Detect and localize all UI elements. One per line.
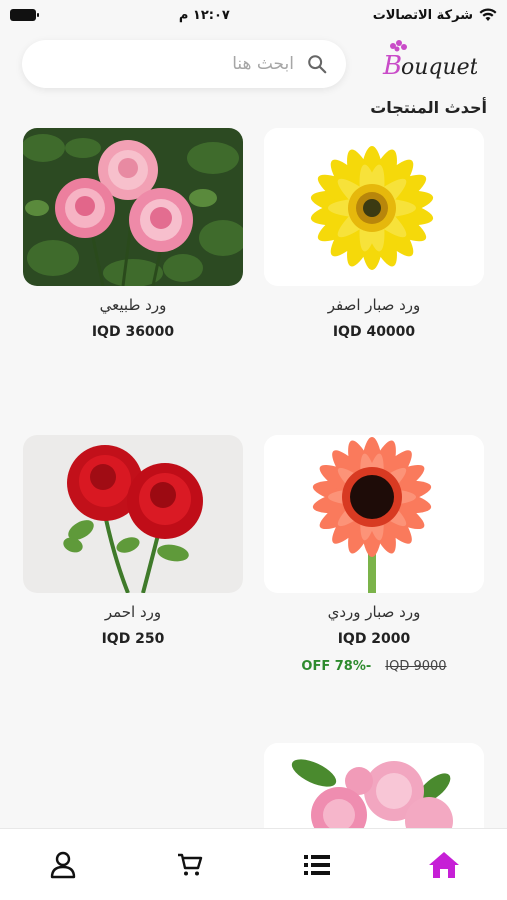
battery-icon: [10, 9, 39, 21]
svg-text:B: B: [382, 51, 402, 81]
product-name: ورد طبيعي: [99, 296, 167, 314]
search-input[interactable]: [54, 54, 294, 74]
profile-icon[interactable]: [50, 851, 76, 879]
status-bar: ١٢:٠٧ م شركة الاتصالات: [0, 0, 507, 30]
old-price: IQD 9000: [385, 659, 447, 674]
nav-list[interactable]: [293, 841, 341, 889]
logo-text: ouquet: [401, 55, 477, 80]
section-title: أحدث المنتجات: [370, 98, 487, 117]
search-icon[interactable]: [306, 53, 328, 75]
product-price: IQD 40000: [332, 324, 416, 340]
product-image-red-roses[interactable]: [23, 435, 243, 593]
cart-icon[interactable]: [177, 853, 203, 877]
product-price: IQD 36000: [91, 324, 175, 340]
list-icon[interactable]: [303, 854, 330, 876]
search-bar[interactable]: [22, 40, 346, 88]
product-card[interactable]: ورد احمر IQD 250: [23, 435, 243, 647]
product-price: IQD 250: [101, 631, 165, 647]
product-name: ورد احمر: [104, 603, 162, 621]
nav-home[interactable]: [420, 841, 468, 889]
carrier-name: شركة الاتصالات: [372, 7, 473, 23]
wifi-icon: [479, 8, 497, 21]
home-icon[interactable]: [428, 851, 460, 879]
bouquet-logo: B ouquet: [382, 40, 477, 81]
bottom-nav: [0, 828, 507, 900]
nav-cart[interactable]: [166, 841, 214, 889]
product-card[interactable]: ورد صبار اصفر IQD 40000: [264, 128, 484, 340]
product-card[interactable]: ورد طبيعي IQD 36000: [23, 128, 243, 340]
product-image-pink-roses[interactable]: [23, 128, 243, 286]
discount-percent: OFF 78%-: [301, 659, 372, 674]
status-right: شركة الاتصالات: [373, 8, 497, 23]
app-screen: ١٢:٠٧ م شركة الاتصالات B ouquet أ: [0, 0, 507, 900]
product-name: ورد صبار وردي: [327, 603, 421, 621]
product-card[interactable]: ورد صبار وردي IQD 2000 OFF 78%- IQD 9000: [264, 435, 484, 674]
product-image-yellow-gerbera[interactable]: [264, 128, 484, 286]
product-price: IQD 2000: [337, 631, 411, 647]
product-name: ورد صبار اصفر: [327, 296, 421, 314]
nav-profile[interactable]: [39, 841, 87, 889]
discount-row: OFF 78%- IQD 9000: [264, 659, 484, 674]
product-image-orange-gerbera[interactable]: [264, 435, 484, 593]
header: B ouquet: [0, 36, 507, 92]
status-time: ١٢:٠٧ م: [178, 7, 230, 23]
